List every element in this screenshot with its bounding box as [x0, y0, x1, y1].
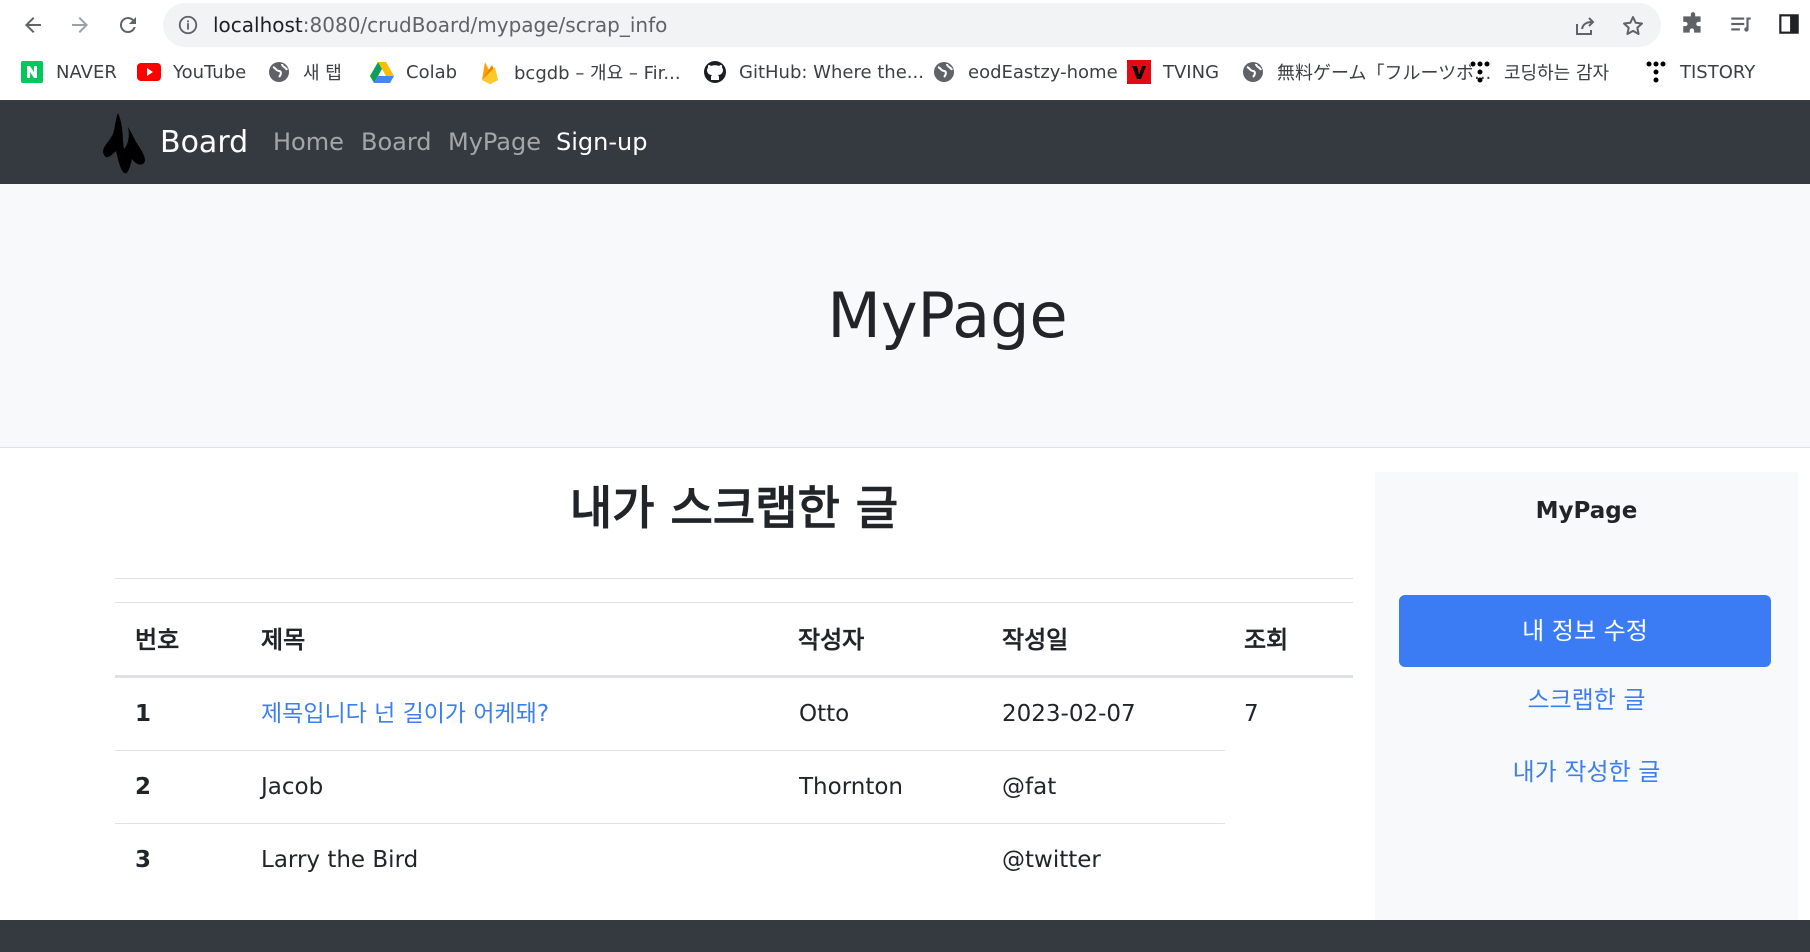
bookmark-label: eodEastzy-home	[968, 61, 1118, 83]
bookmark-tving[interactable]: TVING	[1127, 50, 1219, 94]
nav-home[interactable]: Home	[273, 100, 344, 184]
hero-title: MyPage	[827, 279, 1068, 352]
info-icon	[178, 15, 198, 35]
forward-button[interactable]	[64, 9, 96, 41]
bookmark-new-tab[interactable]: 새 탭	[267, 50, 342, 94]
cell-number: 3	[135, 847, 152, 873]
cell-views: 7	[1244, 701, 1259, 727]
tistory-icon	[1468, 60, 1492, 84]
bookmark-label: NAVER	[56, 61, 117, 83]
share-icon[interactable]	[1573, 14, 1597, 38]
arrow-left-icon	[25, 17, 41, 33]
sidebar-title: MyPage	[1535, 498, 1638, 524]
cell-title: Larry the Bird	[261, 847, 419, 873]
url-path: :8080/crudBoard/mypage/scrap_info	[302, 13, 668, 37]
hero-banner: MyPage	[0, 184, 1810, 448]
cell-date: @fat	[1002, 774, 1057, 800]
puzzle-icon[interactable]	[1680, 11, 1706, 37]
bookmark-github[interactable]: GitHub: Where the...	[703, 50, 924, 94]
cell-date: 2023-02-07	[1002, 701, 1136, 727]
post-title-link[interactable]: 제목입니다 넌 길이가 어케돼?	[261, 678, 549, 750]
brand-link[interactable]: Board	[100, 106, 248, 178]
site-navbar: Board Home Board MyPage Sign-up	[0, 100, 1810, 184]
bookmarks-bar: NAVER YouTube 새 탭 Colab bcgdb – 개요 – Fir…	[0, 50, 1810, 100]
bookmark-tistory[interactable]: TISTORY	[1644, 50, 1755, 94]
url-text: localhost:8080/crudBoard/mypage/scrap_in…	[213, 3, 667, 47]
reload-icon	[119, 17, 136, 34]
cell-title: Jacob	[261, 774, 324, 800]
header-views: 조회	[1244, 626, 1289, 654]
table-row: 1 제목입니다 넌 길이가 어케돼? Otto 2023-02-07	[115, 678, 1225, 751]
address-bar[interactable]: localhost:8080/crudBoard/mypage/scrap_in…	[163, 3, 1661, 47]
arrow-right-icon	[72, 17, 88, 33]
table-row: 3 Larry the Bird @twitter	[115, 824, 1225, 897]
nav-board[interactable]: Board	[361, 100, 432, 184]
mypage-sidebar: MyPage 내 정보 수정 스크랩한 글 내가 작성한 글	[1375, 472, 1798, 920]
brand-logo-icon	[103, 113, 145, 174]
tistory-icon	[1644, 60, 1668, 84]
bookmark-game[interactable]: 無料ゲーム「フルーツボ...	[1241, 50, 1491, 94]
cell-number: 1	[135, 701, 152, 727]
header-title: 제목	[261, 626, 306, 654]
youtube-icon	[137, 60, 161, 84]
bookmark-label: Colab	[406, 61, 458, 83]
bookmark-label: 새 탭	[303, 63, 342, 84]
bookmark-firebase[interactable]: bcgdb – 개요 – Fir...	[478, 50, 681, 94]
bookmark-coding-potato[interactable]: 코딩하는 감자	[1468, 50, 1609, 94]
bookmark-label: 無料ゲーム「フルーツボ...	[1277, 63, 1492, 84]
reload-button[interactable]	[112, 9, 144, 41]
globe-icon	[1241, 60, 1265, 84]
sidebar-link-scraps[interactable]: 스크랩한 글	[1375, 680, 1798, 715]
naver-icon	[20, 60, 44, 84]
star-icon[interactable]	[1621, 14, 1645, 38]
url-host: localhost	[213, 13, 303, 37]
header-author: 작성자	[798, 626, 865, 654]
nav-mypage[interactable]: MyPage	[448, 100, 541, 184]
bookmark-colab[interactable]: Colab	[370, 50, 457, 94]
table-row: 2 Jacob Thornton @fat	[115, 751, 1225, 824]
section-title: 내가 스크랩한 글	[569, 481, 899, 535]
bookmark-naver[interactable]: NAVER	[20, 50, 117, 94]
google-drive-icon	[370, 60, 394, 84]
nav-signup[interactable]: Sign-up	[556, 100, 647, 184]
edit-profile-button[interactable]: 내 정보 수정	[1399, 595, 1771, 667]
header-number: 번호	[135, 626, 180, 654]
tving-icon	[1127, 60, 1151, 84]
back-button[interactable]	[17, 9, 49, 41]
cell-author: Otto	[799, 701, 850, 727]
bookmark-eodeastzy[interactable]: eodEastzy-home	[932, 50, 1118, 94]
brand-text: Board	[160, 124, 249, 160]
bookmark-label: TISTORY	[1680, 61, 1756, 83]
bookmark-label: 코딩하는 감자	[1504, 63, 1610, 84]
firebase-icon	[478, 60, 502, 84]
site-footer	[0, 920, 1810, 952]
cell-author: Thornton	[799, 774, 903, 800]
cell-date: @twitter	[1002, 847, 1101, 873]
github-icon	[703, 60, 727, 84]
cell-number: 2	[135, 774, 152, 800]
browser-toolbar: localhost:8080/crudBoard/mypage/scrap_in…	[0, 0, 1810, 50]
bookmark-youtube[interactable]: YouTube	[137, 50, 246, 94]
globe-icon	[932, 60, 956, 84]
divider	[115, 578, 1353, 579]
header-date: 작성일	[1002, 626, 1069, 654]
side-panel-icon[interactable]	[1776, 11, 1802, 37]
table-header: 번호 제목 작성자 작성일 조회	[115, 602, 1353, 678]
sidebar-link-my-posts[interactable]: 내가 작성한 글	[1375, 752, 1798, 787]
globe-icon	[267, 60, 291, 84]
bookmark-label: GitHub: Where the...	[739, 61, 924, 83]
bookmark-label: bcgdb – 개요 – Fir...	[514, 63, 681, 84]
media-queue-icon[interactable]	[1728, 11, 1754, 37]
bookmark-label: YouTube	[173, 61, 247, 83]
bookmark-label: TVING	[1163, 61, 1220, 83]
